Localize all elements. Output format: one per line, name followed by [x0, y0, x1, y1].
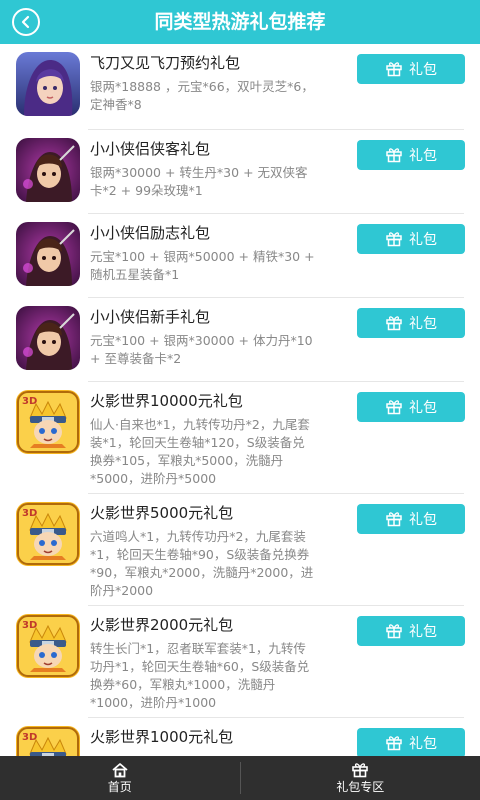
header-bar: 同类型热游礼包推荐 [0, 0, 480, 44]
gift-title: 小小侠侣侠客礼包 [90, 140, 211, 158]
gift-title: 飞刀又见飞刀预约礼包 [90, 54, 241, 72]
gift-button-label: 礼包 [409, 736, 437, 752]
gift-button-label: 礼包 [409, 400, 437, 416]
gift-list[interactable]: 飞刀又见飞刀预约礼包银两*18888 ，元宝*66，双叶灵芝*6，定神香*8 礼包… [0, 44, 480, 756]
gift-button-label: 礼包 [409, 232, 437, 248]
game-icon [16, 222, 80, 286]
gift-button-label: 礼包 [409, 62, 437, 78]
gift-description: 六道鸣人*1，九转传功丹*2，九尾套装*1，轮回天生卷轴*90，S级装备兑换券*… [90, 529, 314, 598]
gift-description: 转生长门*1，忍者联军套装*1，九转传功丹*1，轮回天生卷轴*60，S级装备兑换… [90, 641, 310, 710]
list-item[interactable]: 3D 火影世界1000元礼包 礼包 [0, 718, 480, 756]
game-icon: 3D [16, 614, 80, 678]
gift-icon [386, 400, 402, 415]
gift-button-label: 礼包 [409, 512, 437, 528]
gift-icon [386, 624, 402, 639]
tab-home-label: 首页 [107, 779, 132, 794]
get-gift-button[interactable]: 礼包 [357, 140, 465, 170]
gift-title: 小小侠侣励志礼包 [90, 224, 211, 242]
list-item[interactable]: 小小侠侣侠客礼包银两*30000 + 转生丹*30 + 无双侠客卡*2 + 99… [0, 130, 480, 214]
gift-title: 火影世界5000元礼包 [90, 504, 234, 522]
game-icon: 3D [16, 502, 80, 566]
get-gift-button[interactable]: 礼包 [357, 728, 465, 756]
get-gift-button[interactable]: 礼包 [357, 616, 465, 646]
list-item[interactable]: 小小侠侣新手礼包元宝*100 + 银两*30000 + 体力丹*10 + 至尊装… [0, 298, 480, 382]
game-icon: 3D [16, 390, 80, 454]
gift-button-label: 礼包 [409, 148, 437, 164]
gift-button-label: 礼包 [409, 624, 437, 640]
page-title: 同类型热游礼包推荐 [154, 11, 326, 33]
gift-title: 火影世界1000元礼包 [90, 728, 234, 746]
bottom-nav: 首页 礼包专区 [0, 756, 480, 800]
gift-title: 小小侠侣新手礼包 [90, 308, 211, 326]
list-item[interactable]: 小小侠侣励志礼包元宝*100 + 银两*50000 + 精铁*30 + 随机五星… [0, 214, 480, 298]
list-item[interactable]: 3D 火影世界5000元礼包六道鸣人*1，九转传功丹*2，九尾套装*1，轮回天生卷… [0, 494, 480, 606]
gift-title: 火影世界10000元礼包 [90, 392, 243, 410]
gift-icon [386, 232, 402, 247]
gift-description: 元宝*100 + 银两*50000 + 精铁*30 + 随机五星装备*1 [90, 249, 315, 282]
tab-home[interactable]: 首页 [0, 756, 240, 800]
get-gift-button[interactable]: 礼包 [357, 504, 465, 534]
get-gift-button[interactable]: 礼包 [357, 54, 465, 84]
game-icon [16, 306, 80, 370]
tab-gift-zone[interactable]: 礼包专区 [241, 756, 480, 800]
game-icon [16, 52, 80, 116]
gift-icon [386, 62, 402, 77]
gift-button-label: 礼包 [409, 316, 437, 332]
gift-icon [386, 148, 402, 163]
list-item[interactable]: 3D 火影世界10000元礼包仙人·自来也*1，九转传功丹*2，九尾套装*1，轮回… [0, 382, 480, 494]
gift-icon [352, 762, 369, 777]
gift-icon [386, 736, 402, 751]
game-icon: 3D [16, 726, 80, 756]
list-item[interactable]: 飞刀又见飞刀预约礼包银两*18888 ，元宝*66，双叶灵芝*6，定神香*8 礼包 [0, 44, 480, 130]
get-gift-button[interactable]: 礼包 [357, 392, 465, 422]
gift-title: 火影世界2000元礼包 [90, 616, 234, 634]
gift-description: 银两*18888 ，元宝*66，双叶灵芝*6，定神香*8 [90, 79, 314, 112]
get-gift-button[interactable]: 礼包 [357, 308, 465, 338]
get-gift-button[interactable]: 礼包 [357, 224, 465, 254]
game-icon [16, 138, 80, 202]
list-item[interactable]: 3D 火影世界2000元礼包转生长门*1，忍者联军套装*1，九转传功丹*1，轮回天… [0, 606, 480, 718]
tab-gift-zone-label: 礼包专区 [336, 779, 385, 794]
gift-description: 元宝*100 + 银两*30000 + 体力丹*10 + 至尊装备卡*2 [90, 333, 313, 366]
gift-icon [386, 316, 402, 331]
home-icon [112, 762, 128, 777]
gift-description: 银两*30000 + 转生丹*30 + 无双侠客卡*2 + 99朵玫瑰*1 [90, 165, 308, 198]
gift-description: 仙人·自来也*1，九转传功丹*2，九尾套装*1，轮回天生卷轴*120，S级装备兑… [90, 417, 310, 486]
gift-icon [386, 512, 402, 527]
